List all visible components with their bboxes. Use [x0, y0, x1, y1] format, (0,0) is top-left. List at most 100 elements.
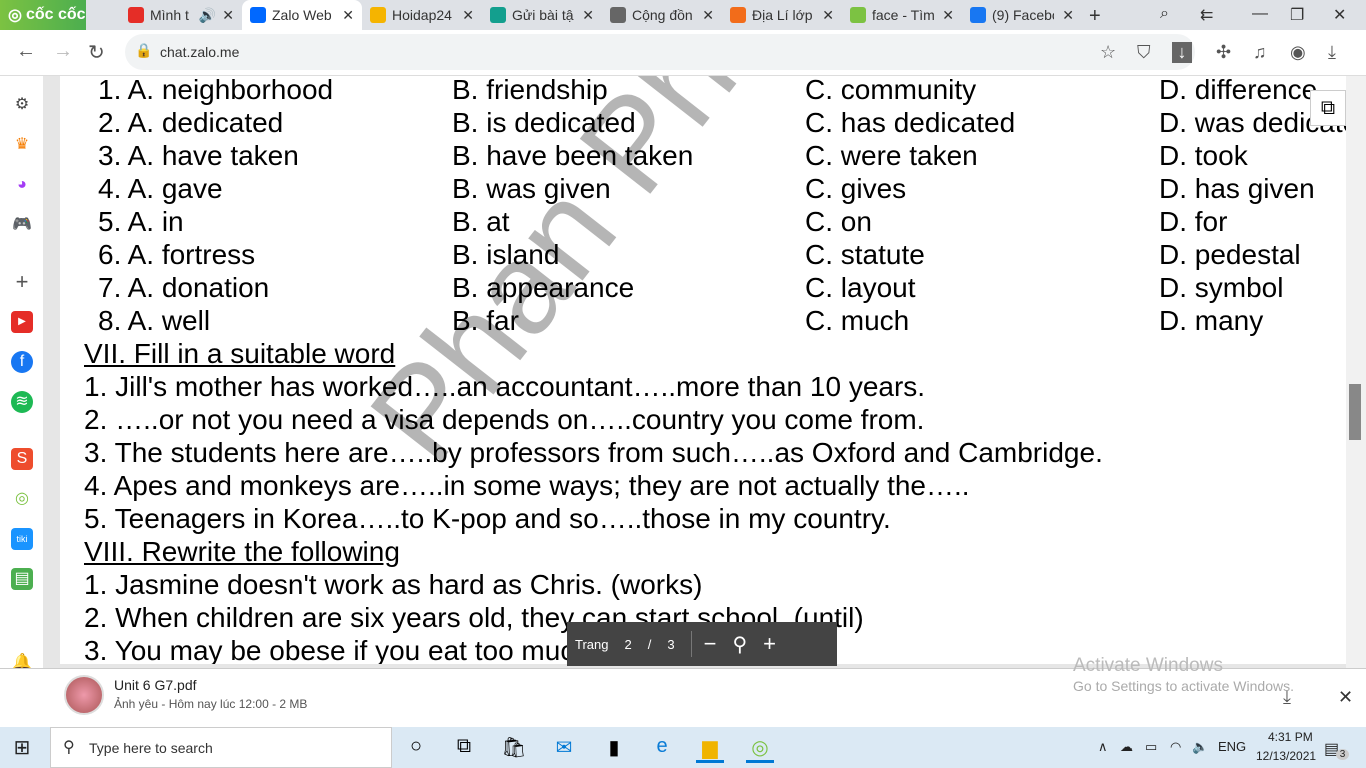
coccoc-menu-button[interactable]: ◎ cốc cốc [0, 0, 86, 30]
close-tab-icon[interactable]: ✕ [702, 7, 714, 24]
downloads-icon[interactable]: ⤓ [1328, 42, 1336, 63]
music-icon[interactable]: ♫ [1253, 42, 1267, 63]
save-download-icon[interactable]: ↓ [1172, 42, 1192, 63]
profile-icon[interactable]: ◉ [1290, 42, 1306, 63]
sticky-notes-icon[interactable]: ▮ [600, 735, 628, 760]
spotify-icon[interactable]: ≋ [11, 391, 33, 413]
crown-icon[interactable]: ♛ [11, 134, 33, 156]
scrollbar-thumb[interactable] [1349, 384, 1361, 440]
answer-option: D. for [1159, 206, 1228, 237]
shield-icon[interactable]: ⛉ [1137, 42, 1151, 63]
clock-date[interactable]: 12/13/2021 [1256, 749, 1316, 763]
answer-option: 3. A. have taken [98, 140, 299, 171]
open-external-button[interactable]: ⧉ [1310, 90, 1346, 126]
back-history-icon[interactable]: ⇇ [1200, 5, 1213, 25]
file-name[interactable]: Unit 6 G7.pdf [114, 677, 197, 693]
close-window-button[interactable]: ✕ [1333, 5, 1346, 25]
answer-option: D. many [1159, 305, 1264, 336]
minimize-button[interactable]: — [1252, 5, 1268, 23]
windows-start-icon[interactable]: ⊞ [8, 735, 36, 760]
browser-tab[interactable]: Địa Lí lớp ✕ [722, 0, 842, 30]
sheet-icon[interactable]: ▤ [11, 568, 33, 590]
browser-tab[interactable]: Cộng đồn ✕ [602, 0, 722, 30]
extensions-icon[interactable]: ✣ [1216, 42, 1231, 63]
url-input[interactable]: 🔒 chat.zalo.me [125, 34, 1195, 70]
browser-tab[interactable]: (9) Facebo ✕ [962, 0, 1082, 30]
mail-icon[interactable]: ✉ [550, 735, 578, 760]
answer-option: D. symbol [1159, 272, 1284, 303]
cortana-icon[interactable]: ○ [402, 735, 430, 758]
coccoc-logo-icon: ◎ [8, 7, 22, 24]
answer-option: B. friendship [452, 76, 608, 105]
onedrive-icon[interactable]: ☁ [1120, 739, 1133, 755]
audio-icon[interactable]: 🔊 [199, 7, 216, 24]
forward-button[interactable]: → [53, 40, 73, 63]
reload-button[interactable]: ↻ [88, 40, 105, 65]
battery-icon[interactable]: ▭ [1145, 739, 1157, 755]
coccoc-icon[interactable]: ◎ [11, 488, 33, 510]
answer-option: C. has dedicated [805, 107, 1016, 138]
back-button[interactable]: ← [16, 40, 36, 63]
close-tab-icon[interactable]: ✕ [942, 7, 954, 24]
messenger-icon[interactable]: ◕ [11, 174, 33, 196]
youtube-icon[interactable]: ▶ [11, 311, 33, 333]
new-tab-button[interactable]: + [1089, 5, 1101, 28]
game-icon[interactable]: 🎮 [11, 214, 33, 236]
pdf-viewer: Phan Phú 1. A. neighborhood B. friendship… [43, 76, 1346, 668]
browser-tab[interactable]: Zalo Web ✕ [242, 0, 362, 30]
sender-avatar [64, 675, 104, 715]
answer-option: C. community [805, 76, 977, 105]
youtube-icon [128, 7, 144, 23]
zoom-out-button[interactable]: − [690, 631, 716, 657]
restore-button[interactable]: ❐ [1290, 5, 1304, 25]
answer-option: C. layout [805, 272, 916, 303]
tiki-icon[interactable]: tiki [11, 528, 33, 550]
add-icon[interactable]: + [11, 271, 33, 293]
edge-icon[interactable]: e [648, 735, 676, 758]
facebook-icon[interactable]: f [11, 351, 33, 373]
show-hidden-icons[interactable]: ∧ [1098, 739, 1108, 755]
current-page-input[interactable]: 2 [624, 637, 631, 652]
notification-count: 3 [1336, 749, 1349, 760]
answer-option: C. on [805, 206, 872, 237]
bookmark-star-icon[interactable]: ☆ [1100, 42, 1116, 63]
download-file-button[interactable]: ⤓ [1283, 687, 1291, 708]
coccoc-icon [850, 7, 866, 23]
l-icon [490, 7, 506, 23]
taskbar-search-input[interactable]: ⚲ Type here to search [50, 727, 392, 768]
close-viewer-button[interactable]: ✕ [1338, 687, 1353, 708]
clock-time[interactable]: 4:31 PM [1268, 730, 1313, 744]
close-tab-icon[interactable]: ✕ [342, 7, 354, 24]
zoom-in-button[interactable]: + [763, 631, 776, 657]
close-tab-icon[interactable]: ✕ [1062, 7, 1074, 24]
tab-title: face - Tìm [872, 7, 934, 23]
close-tab-icon[interactable]: ✕ [462, 7, 474, 24]
settings-icon[interactable]: ⚙ [11, 94, 33, 116]
zoom-reset-icon[interactable]: ⚲ [732, 632, 747, 657]
store-icon[interactable]: 🛍 [500, 735, 528, 760]
coccoc-taskbar-icon[interactable]: ◎ [746, 735, 774, 763]
answer-option: C. much [805, 305, 910, 336]
browser-tab[interactable]: Mình t 🔊 ✕ [120, 0, 242, 30]
answer-option: 6. A. fortress [98, 239, 256, 270]
tab-bar: ◎ cốc cốc Mình t 🔊 ✕ Zalo Web ✕ Hoidap24 ✕ Gửi b… [0, 0, 1366, 30]
volume-icon[interactable]: 🔈 [1192, 739, 1208, 755]
wifi-icon[interactable]: ◠ [1170, 739, 1181, 755]
close-tab-icon[interactable]: ✕ [822, 7, 834, 24]
question-line: 3. The students here are…..by professors… [84, 437, 1103, 468]
answer-option: C. were taken [805, 140, 978, 171]
file-explorer-icon[interactable]: ▆ [696, 735, 724, 763]
close-tab-icon[interactable]: ✕ [582, 7, 594, 24]
shopee-icon[interactable]: S [11, 448, 33, 470]
browser-tab[interactable]: Hoidap24 ✕ [362, 0, 482, 30]
globe-icon [610, 7, 626, 23]
task-view-icon[interactable]: ⧉ [450, 735, 478, 758]
browser-tab[interactable]: Gửi bài tậ ✕ [482, 0, 602, 30]
answer-option: D. pedestal [1159, 239, 1301, 270]
scrollbar[interactable] [1346, 76, 1366, 668]
tab-title: Hoidap24 [392, 7, 452, 23]
close-tab-icon[interactable]: ✕ [222, 7, 234, 24]
language-indicator[interactable]: ENG [1218, 739, 1246, 754]
tab-search-icon[interactable]: ⌕ [1160, 5, 1169, 23]
browser-tab[interactable]: face - Tìm ✕ [842, 0, 962, 30]
